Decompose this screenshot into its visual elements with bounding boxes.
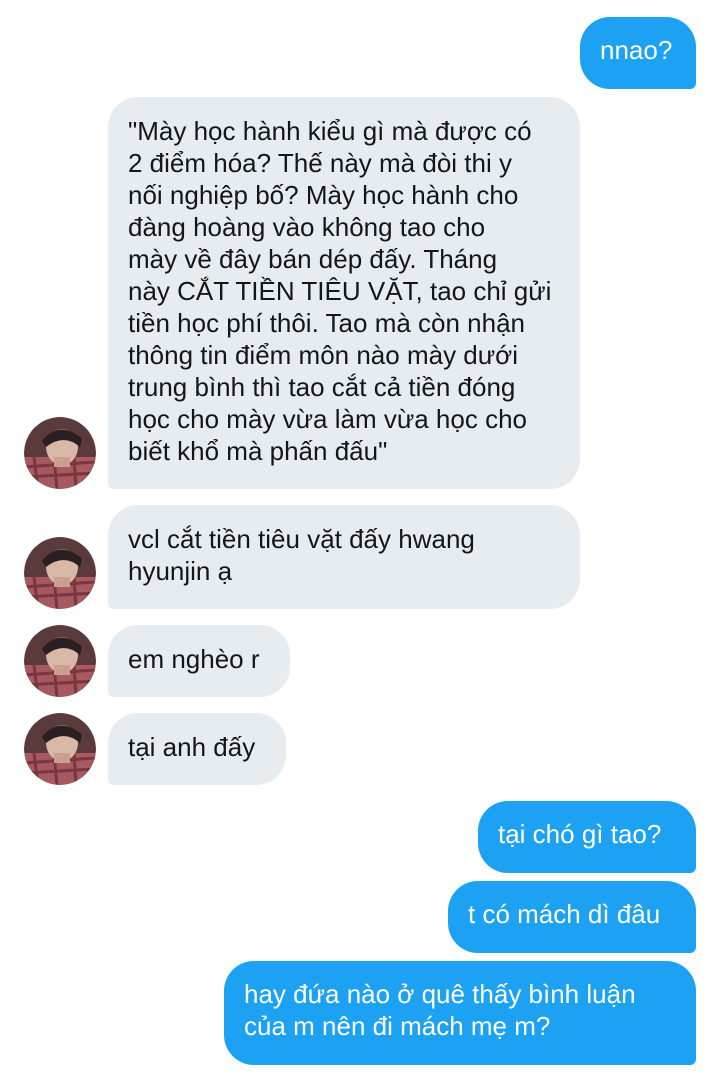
message-bubble-received[interactable]: tại anh đấy xyxy=(108,713,286,785)
message-bubble-sent[interactable]: nnao? xyxy=(580,17,696,89)
message-bubble-sent[interactable]: hay đứa nào ở quê thấy bình luận của m n… xyxy=(224,961,696,1065)
avatar[interactable] xyxy=(24,625,96,697)
avatar[interactable] xyxy=(24,713,96,785)
message-bubble-received[interactable]: vcl cắt tiền tiêu vặt đấy hwang hyunjin … xyxy=(108,505,580,609)
avatar[interactable] xyxy=(24,537,96,609)
user-avatar-photo-icon xyxy=(24,625,96,697)
avatar[interactable] xyxy=(24,417,96,489)
message-bubble-received[interactable]: em nghèo r xyxy=(108,625,290,697)
user-avatar-photo-icon xyxy=(24,417,96,489)
message-bubble-sent[interactable]: tại chó gì tao? xyxy=(478,801,696,873)
message-bubble-sent[interactable]: t có mách dì đâu xyxy=(448,881,696,953)
message-bubble-received[interactable]: "Mày học hành kiểu gì mà được có 2 điểm … xyxy=(108,97,580,489)
user-avatar-photo-icon xyxy=(24,537,96,609)
user-avatar-photo-icon xyxy=(24,713,96,785)
